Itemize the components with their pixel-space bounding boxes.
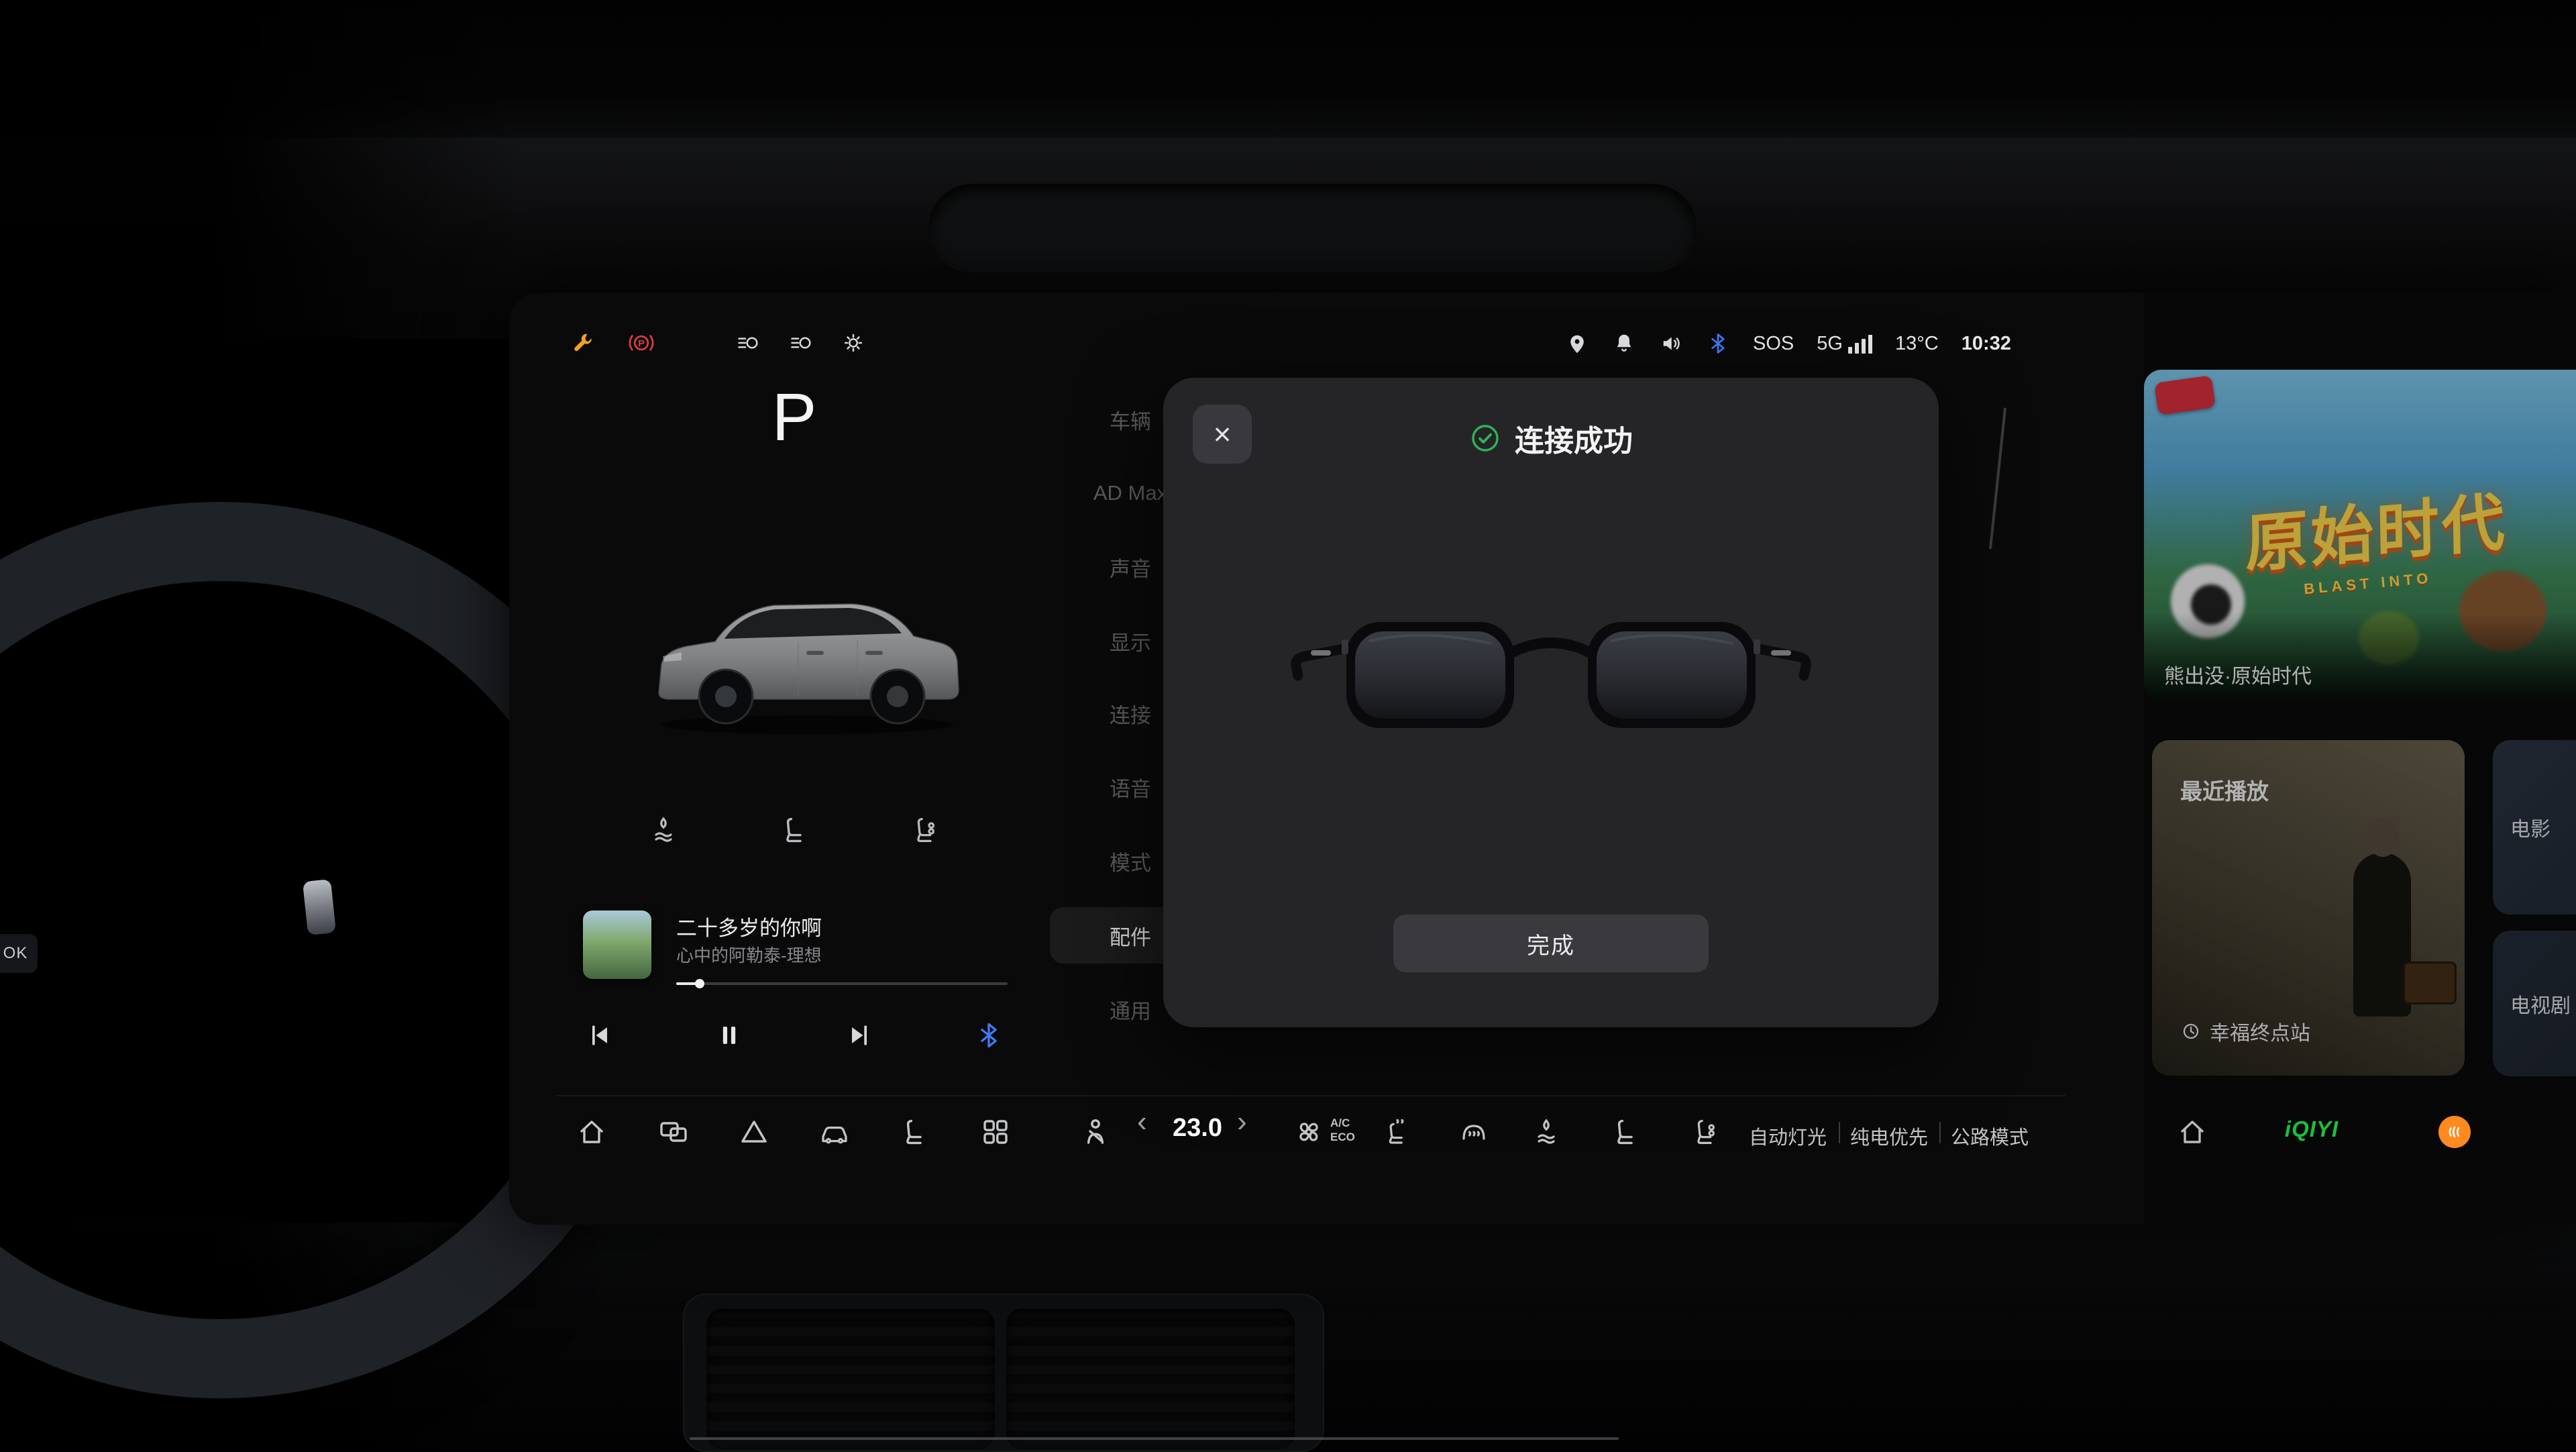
- modal-done-button[interactable]: 完成: [1393, 915, 1709, 972]
- success-check-icon: [1469, 422, 1501, 454]
- bluetooth-status-icon[interactable]: [1706, 331, 1730, 356]
- entertainment-home-button[interactable]: [2176, 1116, 2208, 1148]
- fragrance-icon[interactable]: [647, 814, 680, 846]
- home-button[interactable]: [576, 1116, 608, 1148]
- location-icon[interactable]: [1565, 331, 1589, 356]
- gear-indicator: P: [751, 382, 838, 452]
- ok-button-label: OK: [3, 944, 28, 963]
- iqiyi-app-button[interactable]: iQIYI: [2285, 1117, 2339, 1142]
- steering-ok-button[interactable]: OK: [0, 934, 38, 973]
- service-warning-icon: [571, 330, 596, 356]
- auto-light-toggle[interactable]: 自动灯光: [1749, 1122, 1827, 1150]
- modal-title: 连接成功: [1515, 417, 1633, 460]
- air-vent-right: [1006, 1308, 1295, 1449]
- outside-temperature: 13°C: [1895, 333, 1939, 355]
- notification-bell-icon[interactable]: [1612, 331, 1636, 356]
- seat-adjust-icon[interactable]: [779, 814, 811, 846]
- fog-lamp-indicator-icon: [841, 330, 866, 356]
- ac-label: A/C: [1330, 1117, 1355, 1129]
- driver-temperature[interactable]: 23.0: [1164, 1114, 1231, 1143]
- signal-bars-icon: [1848, 333, 1872, 354]
- recently-played-card[interactable]: 最近播放 幸福终点站: [2152, 740, 2465, 1076]
- next-track-button[interactable]: [845, 1021, 874, 1050]
- seat-ventilation-button[interactable]: [1610, 1116, 1642, 1148]
- network-label: 5G: [1817, 333, 1843, 355]
- song-progress-bar[interactable]: [676, 982, 1008, 985]
- steering-column-stalk[interactable]: [303, 879, 336, 935]
- recently-played-label: 最近播放: [2180, 774, 2269, 806]
- car-interior-scene: OK SOS 5G 13°C 10:32 P: [0, 0, 2576, 1449]
- hazard-button[interactable]: [738, 1116, 770, 1148]
- headlight-indicator-icon: [735, 330, 761, 356]
- fan-icon[interactable]: [1293, 1116, 1325, 1148]
- display-switch-button[interactable]: [657, 1116, 690, 1148]
- sos-button[interactable]: SOS: [1753, 333, 1794, 355]
- background-glasses-temple: [1989, 407, 2006, 549]
- defrost-button[interactable]: [1458, 1116, 1490, 1148]
- app-grid-button[interactable]: [979, 1116, 1012, 1148]
- album-art[interactable]: [583, 911, 651, 979]
- smart-glasses-image: [1283, 583, 1819, 764]
- audio-app-button[interactable]: [2438, 1116, 2471, 1148]
- eco-label: ECO: [1330, 1131, 1355, 1143]
- temp-increase-button[interactable]: ›: [1237, 1107, 1247, 1137]
- bluetooth-audio-button[interactable]: [974, 1021, 1004, 1050]
- status-bar-right: SOS 5G 13°C 10:32: [1565, 329, 2011, 358]
- previous-track-button[interactable]: [585, 1021, 614, 1050]
- volume-icon[interactable]: [1659, 331, 1683, 356]
- dash-trim-highlight: [690, 1437, 1619, 1440]
- toolbar-divider: [556, 1095, 2065, 1096]
- featured-poster-card[interactable]: 原始时代 BLAST INTO 熊出没·原始时代: [2144, 370, 2576, 700]
- song-artist: 心中的阿勒泰-理想: [676, 942, 822, 967]
- song-progress-knob[interactable]: [695, 979, 704, 988]
- temp-decrease-button[interactable]: ‹: [1137, 1107, 1147, 1137]
- seat-massage-button[interactable]: [1690, 1116, 1723, 1148]
- air-vent-left: [706, 1308, 995, 1449]
- network-status: 5G: [1817, 333, 1872, 355]
- ac-eco-labels[interactable]: A/C ECO: [1330, 1117, 1355, 1143]
- driver-profile-button[interactable]: [1079, 1116, 1112, 1148]
- modal-header: 连接成功: [1163, 417, 1939, 460]
- fragrance-button[interactable]: [1530, 1116, 1562, 1148]
- ev-priority-toggle[interactable]: 纯电优先: [1850, 1122, 1928, 1150]
- audio-app-waves-icon: [2443, 1121, 2466, 1143]
- toggle-separator: [1839, 1122, 1840, 1143]
- toggle-separator: [1939, 1122, 1941, 1143]
- infotainment-screen: SOS 5G 13°C 10:32 P: [509, 293, 2576, 1225]
- parking-brake-icon: [629, 330, 654, 356]
- dashboard-speaker-grille: [928, 184, 1697, 272]
- vehicle-control-button[interactable]: [818, 1116, 851, 1148]
- category-card-movies[interactable]: 电影: [2493, 740, 2576, 915]
- pause-button[interactable]: [714, 1021, 744, 1050]
- seat-heating-button[interactable]: [1381, 1116, 1413, 1148]
- poster-art-title: 原始时代: [2245, 471, 2508, 585]
- poster-brand-badge: [2154, 375, 2216, 415]
- history-clock-icon: [2180, 1021, 2202, 1042]
- clock: 10:32: [1962, 333, 2011, 355]
- recent-movie-caption: 幸福终点站: [2180, 1017, 2310, 1046]
- road-mode-toggle[interactable]: 公路模式: [1951, 1122, 2029, 1150]
- song-title: 二十多岁的你啊: [676, 911, 822, 941]
- position-lamp-indicator-icon: [788, 330, 814, 356]
- vehicle-illustration: [631, 523, 979, 745]
- category-card-tv[interactable]: 电视剧: [2493, 931, 2576, 1076]
- connection-success-modal: × 连接成功: [1163, 378, 1939, 1027]
- seat-massage-icon[interactable]: [910, 814, 943, 846]
- seat-control-button[interactable]: [899, 1116, 931, 1148]
- featured-poster-caption: 熊出没·原始时代: [2164, 660, 2312, 689]
